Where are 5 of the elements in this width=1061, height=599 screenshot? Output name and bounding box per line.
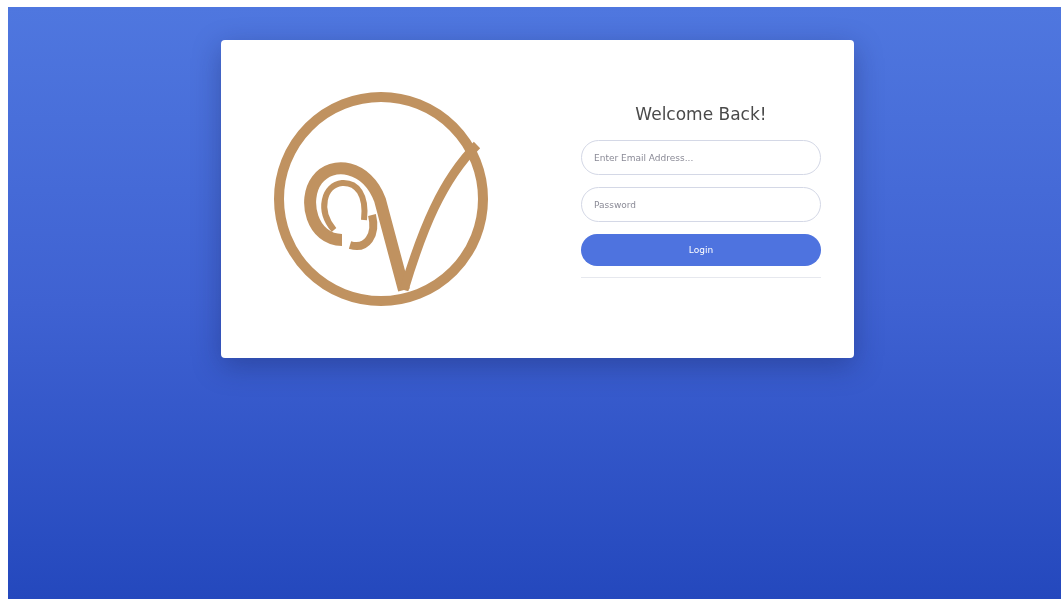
logo-icon [272, 90, 490, 308]
welcome-heading: Welcome Back! [634, 104, 768, 124]
login-button[interactable]: Login [581, 234, 821, 266]
email-field[interactable]: Enter Email Address... [581, 140, 821, 175]
password-field[interactable]: Password [581, 187, 821, 222]
